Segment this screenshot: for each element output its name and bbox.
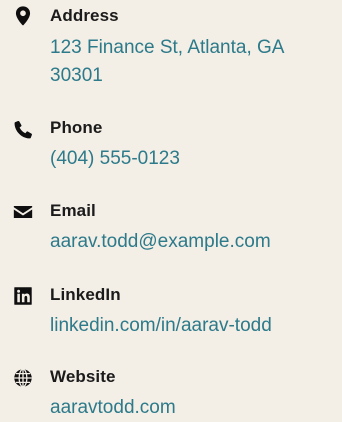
phone-icon — [12, 119, 34, 141]
website-label: Website — [50, 367, 116, 386]
email-link[interactable]: aarav.todd@example.com — [50, 228, 340, 256]
envelope-icon — [12, 201, 34, 223]
phone-link[interactable]: (404) 555-0123 — [50, 145, 340, 173]
linkedin-icon — [12, 285, 34, 307]
website-link[interactable]: aaravtodd.com — [50, 394, 340, 422]
email-label: Email — [50, 201, 96, 220]
address-value: 123 Finance St, Atlanta, GA 30301 — [50, 37, 284, 86]
phone-label: Phone — [50, 118, 103, 137]
globe-icon — [12, 367, 34, 389]
map-marker-icon — [12, 5, 34, 27]
linkedin-label: LinkedIn — [50, 285, 121, 304]
address-label: Address — [50, 6, 119, 25]
linkedin-link[interactable]: linkedin.com/in/aarav-todd — [50, 312, 340, 340]
